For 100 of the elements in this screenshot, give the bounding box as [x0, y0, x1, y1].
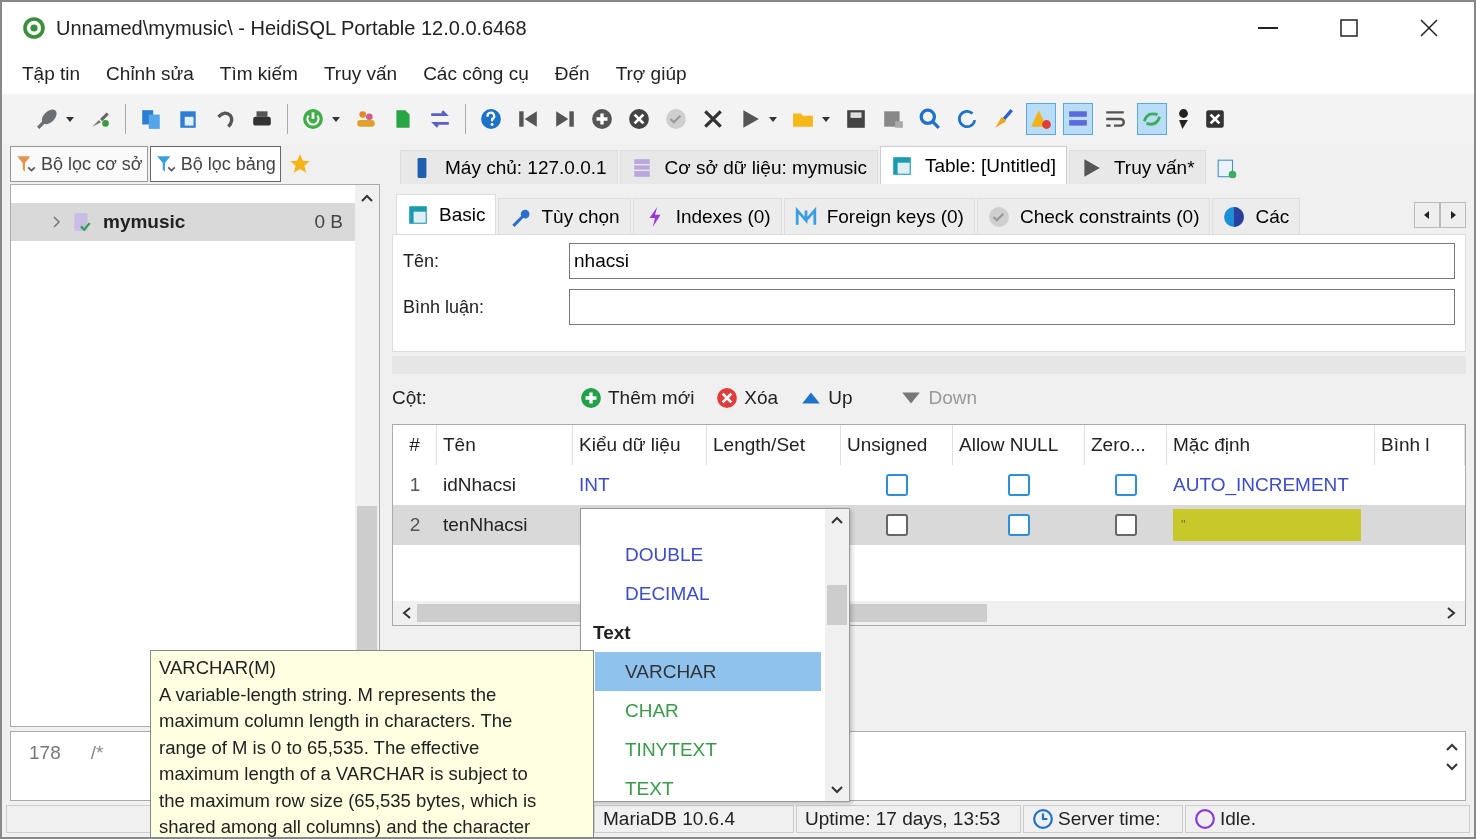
- filter-tab[interactable]: Bộ lọc bảng: [149, 146, 281, 182]
- maximize-icon[interactable]: [1340, 19, 1358, 37]
- power-icon: [302, 108, 324, 130]
- tab[interactable]: Indexes (0): [632, 198, 782, 234]
- arrows-icon: [429, 108, 451, 130]
- tab[interactable]: Máy chủ: 127.0.0.1: [400, 150, 618, 184]
- field-label: Bình luận:: [403, 296, 486, 318]
- toolbar-button[interactable]: Up: [800, 387, 863, 409]
- checkbox[interactable]: [1008, 474, 1030, 496]
- code-text: /*: [90, 742, 104, 764]
- expand-icon[interactable]: [51, 215, 61, 229]
- scroll-right-icon[interactable]: [1445, 606, 1457, 620]
- plus-circle-icon: [591, 108, 613, 130]
- dropdown-option[interactable]: VARCHAR: [595, 652, 821, 691]
- menu-item[interactable]: Tập tin: [22, 63, 81, 85]
- table-row[interactable]: 1 idNhacsi INT AUTO_INCREMENT: [393, 465, 1465, 505]
- toolbar-button[interactable]: Xóa: [716, 387, 789, 409]
- group-header: Text: [592, 620, 632, 645]
- column-header[interactable]: Allow NULL: [953, 425, 1085, 465]
- status-text: MariaDB 10.6.4: [603, 808, 735, 830]
- status-text: Idle.: [1220, 808, 1256, 830]
- scroll-left-icon[interactable]: [401, 606, 413, 620]
- dropdown-option[interactable]: DECIMAL: [581, 574, 821, 613]
- star-icon: [288, 153, 311, 175]
- menu-item[interactable]: Tìm kiếm: [219, 63, 298, 85]
- column-header[interactable]: Bình l: [1375, 425, 1465, 465]
- scroll-up-icon[interactable]: [830, 515, 844, 525]
- scroll-down-icon[interactable]: [830, 785, 844, 795]
- window-title: Unnamed\mymusic\ - HeidiSQL Portable 12.0.0.6468: [56, 16, 527, 40]
- warning-button[interactable]: [1026, 103, 1056, 135]
- filter-tab[interactable]: Bộ lọc cơ sở: [10, 146, 148, 182]
- check-icon: [987, 205, 1010, 228]
- toolbar-button[interactable]: Thêm mới: [580, 387, 705, 409]
- tab[interactable]: Table: [Untitled]: [879, 146, 1067, 184]
- field-label: Tên:: [403, 250, 441, 272]
- globe-icon: [1223, 205, 1246, 228]
- semicolon-icon: [1178, 108, 1189, 130]
- help-icon: [480, 108, 502, 130]
- tab[interactable]: Check constraints (0): [976, 198, 1211, 234]
- tree-item[interactable]: mymusic 0 B: [11, 203, 355, 241]
- broom-icon: [993, 108, 1015, 130]
- users-icon: [355, 108, 377, 130]
- status-text: Uptime: 17 days, 13:53: [805, 808, 1001, 830]
- skip-first-icon: [517, 108, 539, 130]
- cross-circle-icon: [628, 108, 650, 130]
- tab[interactable]: Truy vấn*: [1068, 150, 1206, 184]
- floppy-icon: [882, 108, 904, 130]
- column-header[interactable]: Unsigned: [841, 425, 953, 465]
- table-cell: '': [1173, 509, 1361, 541]
- scroll-down-icon[interactable]: [1445, 762, 1459, 772]
- clock-icon: [1032, 808, 1054, 830]
- menu-item[interactable]: Truy vấn: [323, 63, 398, 85]
- tab[interactable]: Tùy chọn: [498, 198, 631, 234]
- new-tab-icon: [1215, 158, 1238, 180]
- scroll-left-icon[interactable]: [1414, 202, 1440, 228]
- section-label: Cột:: [392, 387, 428, 409]
- tab[interactable]: Foreign keys (0): [783, 198, 975, 234]
- table-cell: AUTO_INCREMENT: [1173, 474, 1349, 496]
- column-header[interactable]: Kiểu dữ liệu: [573, 425, 707, 465]
- close-icon[interactable]: [1420, 19, 1438, 37]
- minimize-icon[interactable]: [1258, 26, 1278, 30]
- wrap-icon: [1104, 108, 1126, 130]
- scroll-right-icon[interactable]: [1440, 202, 1466, 228]
- column-header[interactable]: Zero...: [1085, 425, 1167, 465]
- checkbox[interactable]: [1008, 514, 1030, 536]
- menu-item[interactable]: Đến: [554, 63, 590, 85]
- checkbox[interactable]: [1115, 474, 1137, 496]
- floppy-icon: [845, 108, 867, 130]
- menu-item[interactable]: Các công cụ: [423, 63, 529, 85]
- menu-item[interactable]: Chỉnh sửa: [106, 63, 194, 85]
- tooltip-text: maximum length of a VARCHAR is subject to: [159, 762, 529, 786]
- warning-icon: [1030, 108, 1052, 130]
- database-icon: [71, 211, 93, 233]
- refresh-icon: [956, 108, 978, 130]
- tab[interactable]: Cơ sở dữ liệu: mymusic: [619, 150, 878, 184]
- row-number: 2: [408, 513, 422, 537]
- column-header[interactable]: Mặc định: [1167, 425, 1375, 465]
- tooltip-text: A variable-length string. M represents the: [159, 682, 498, 707]
- checkbox[interactable]: [886, 474, 908, 496]
- column-header[interactable]: #: [393, 425, 437, 465]
- plus-circle-icon: [580, 387, 602, 409]
- column-header[interactable]: Length/Set: [707, 425, 841, 465]
- scroll-up-icon[interactable]: [1445, 742, 1459, 752]
- input-field[interactable]: nhacsi: [569, 243, 1455, 279]
- tooltip-text: shared among all columns) and the character: [159, 815, 532, 837]
- scrollbar-thumb[interactable]: [827, 585, 847, 625]
- menu-item[interactable]: Trợ giúp: [615, 63, 687, 85]
- tooltip-text: maximum column length in characters. The: [159, 709, 514, 733]
- table-cell-text: tenNhacsi: [442, 513, 529, 537]
- input-field[interactable]: [569, 289, 1455, 325]
- binary-button[interactable]: [1063, 103, 1093, 135]
- database-size: 0 B: [314, 211, 343, 233]
- column-header[interactable]: Tên: [437, 425, 573, 465]
- scroll-up-icon[interactable]: [360, 193, 374, 203]
- row-number: 1: [408, 473, 422, 497]
- tab[interactable]: Các: [1212, 198, 1301, 234]
- tab[interactable]: Basic: [396, 194, 497, 234]
- search-icon: [919, 108, 941, 130]
- close-icon: [702, 108, 724, 130]
- line-number: 178: [29, 742, 61, 764]
